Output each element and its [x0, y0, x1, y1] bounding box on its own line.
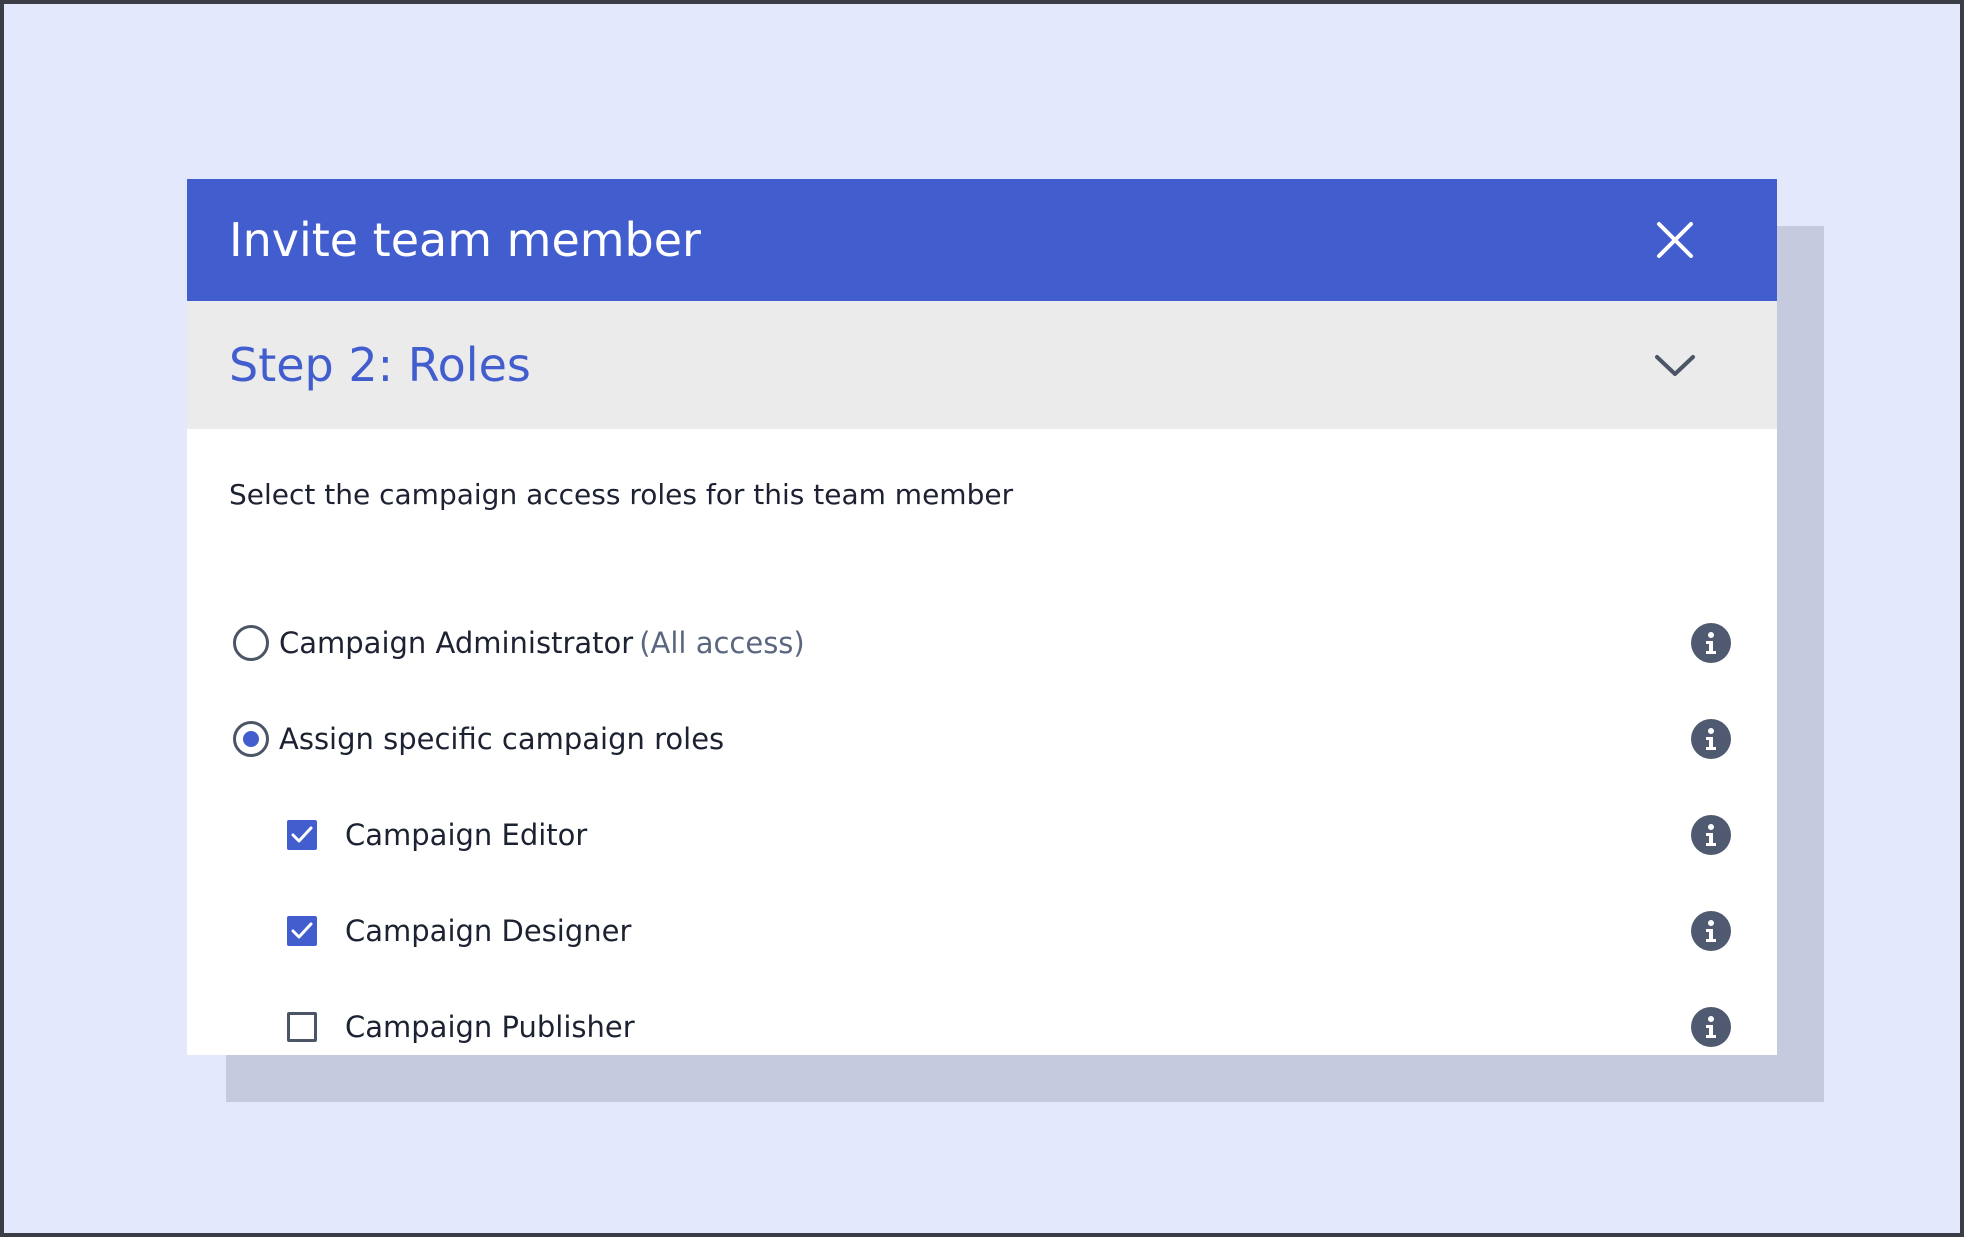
specific-roles-label: Assign specific campaign roles [279, 722, 725, 756]
checkmark-icon [291, 922, 313, 939]
info-button-administrator[interactable] [1691, 623, 1731, 663]
collapse-step-button[interactable] [1645, 335, 1705, 395]
modal-header: Invite team member [187, 179, 1777, 301]
radio-specific-roles[interactable]: Assign specific campaign roles [233, 709, 724, 769]
modal-title: Invite team member [229, 213, 701, 267]
checkbox-checked[interactable] [287, 820, 317, 850]
page: Invite team member Step 2: Roles Select … [0, 0, 1964, 1237]
info-icon [1706, 824, 1716, 846]
info-button-specific-roles[interactable] [1691, 719, 1731, 759]
info-button-designer[interactable] [1691, 911, 1731, 951]
administrator-label: Campaign Administrator [279, 626, 634, 660]
checkbox-designer[interactable]: Campaign Designer [287, 901, 631, 961]
info-icon [1706, 728, 1716, 750]
role-row-designer: Campaign Designer [187, 901, 1777, 961]
info-button-publisher[interactable] [1691, 1007, 1731, 1047]
step-accordion-header[interactable]: Step 2: Roles [187, 301, 1777, 429]
publisher-label: Campaign Publisher [345, 1010, 635, 1044]
chevron-down-icon [1655, 355, 1695, 376]
step-title: Step 2: Roles [229, 338, 531, 392]
info-icon [1706, 920, 1716, 942]
close-icon [1657, 222, 1693, 258]
administrator-sub-label: (All access) [639, 626, 805, 660]
info-icon [1706, 1016, 1716, 1038]
option-row-specific-roles: Assign specific campaign roles [187, 709, 1777, 769]
editor-label: Campaign Editor [345, 818, 588, 852]
info-button-editor[interactable] [1691, 815, 1731, 855]
role-row-editor: Campaign Editor [187, 805, 1777, 865]
radio-button-unselected[interactable] [233, 625, 269, 661]
checkmark-icon [291, 826, 313, 843]
checkbox-unchecked[interactable] [287, 1012, 317, 1042]
option-row-administrator: Campaign Administrator (All access) [187, 613, 1777, 673]
checkbox-editor[interactable]: Campaign Editor [287, 805, 587, 865]
instruction-text: Select the campaign access roles for thi… [229, 478, 1014, 511]
designer-label: Campaign Designer [345, 914, 632, 948]
close-button[interactable] [1645, 210, 1705, 270]
role-row-publisher: Campaign Publisher [187, 997, 1777, 1057]
invite-modal: Invite team member Step 2: Roles Select … [187, 179, 1777, 1055]
info-icon [1706, 632, 1716, 654]
checkbox-checked[interactable] [287, 916, 317, 946]
radio-selected-dot [243, 731, 259, 747]
radio-button-selected[interactable] [233, 721, 269, 757]
checkbox-publisher[interactable]: Campaign Publisher [287, 997, 635, 1057]
radio-administrator[interactable]: Campaign Administrator (All access) [233, 613, 805, 673]
